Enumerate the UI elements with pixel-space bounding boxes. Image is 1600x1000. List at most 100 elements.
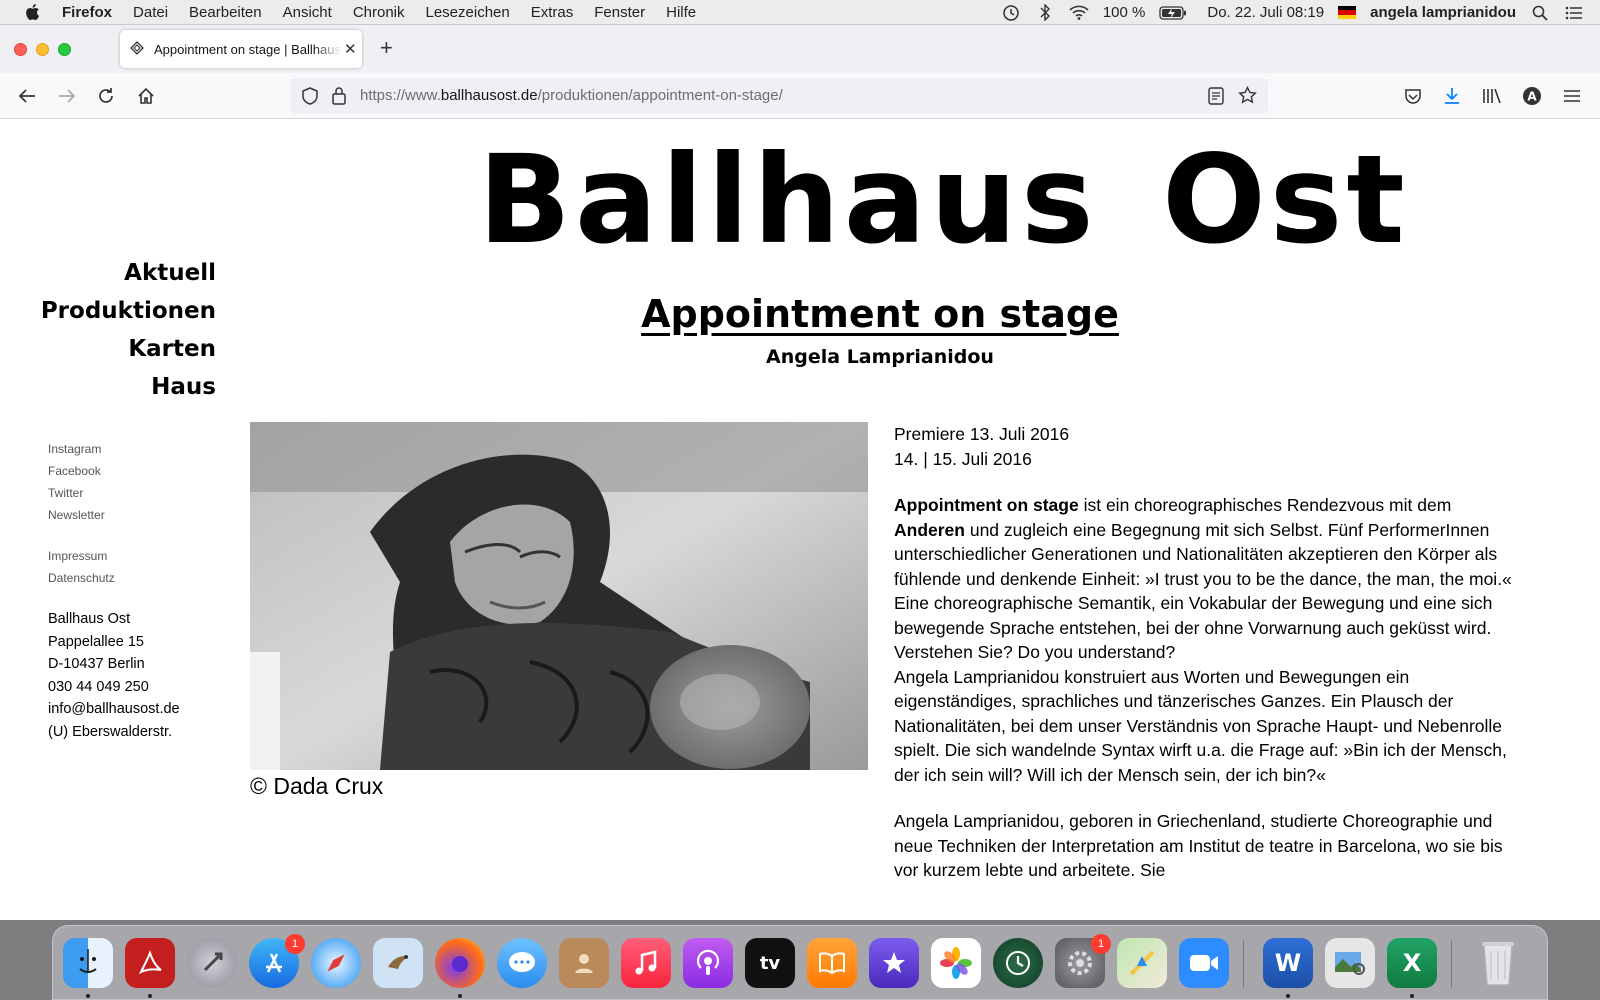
apple-logo-icon[interactable] — [22, 2, 42, 22]
system-preferences-icon[interactable]: 1 — [1055, 934, 1111, 988]
address-transit: (U) Eberswalderstr. — [48, 723, 173, 740]
impressum-link[interactable]: Impressum — [48, 545, 115, 567]
battery-percentage: 100 % — [1102, 4, 1146, 21]
lock-icon[interactable] — [331, 86, 347, 109]
zoom-icon[interactable] — [1179, 938, 1229, 988]
address-email-link[interactable]: info@ballhausost.de — [48, 698, 180, 721]
battery-charging-icon[interactable] — [1159, 5, 1187, 21]
facebook-link[interactable]: Facebook — [48, 460, 105, 482]
production-description: Premiere 13. Juli 2016 14. | 15. Juli 20… — [894, 422, 1514, 883]
macos-menu-bar: Firefox Datei Bearbeiten Ansicht Chronik… — [0, 0, 1600, 25]
pocket-icon[interactable] — [1402, 85, 1424, 107]
german-flag-input-icon[interactable] — [1338, 6, 1357, 19]
mail-icon[interactable] — [373, 938, 423, 988]
menu-chronik[interactable]: Chronik — [353, 4, 405, 21]
reader-view-icon[interactable] — [1208, 87, 1224, 109]
production-artist: Angela Lamprianidou — [766, 346, 994, 368]
nav-link-aktuell[interactable]: Aktuell — [20, 254, 216, 292]
venue-address: Ballhaus Ost Pappelallee 15 D-10437 Berl… — [48, 608, 180, 743]
messages-icon[interactable] — [497, 938, 547, 988]
contacts-icon[interactable] — [559, 938, 609, 988]
menu-datei[interactable]: Datei — [133, 4, 168, 21]
app-store-icon[interactable]: 1 — [249, 934, 305, 988]
launchpad-icon[interactable] — [187, 938, 237, 988]
time-machine-status-icon[interactable] — [1001, 4, 1021, 21]
active-tab[interactable]: Appointment on stage | Ballhaus Ost ✕ — [120, 30, 362, 68]
firefox-icon[interactable] — [435, 938, 485, 988]
back-arrow-icon[interactable] — [16, 85, 38, 107]
word-icon[interactable]: W — [1263, 938, 1313, 988]
web-page-content: Ballhaus Ost Aktuell Produktionen Karten… — [0, 120, 1600, 920]
tab-title: Appointment on stage | Ballhaus Ost — [154, 41, 342, 57]
url-bar[interactable]: https://www.ballhausost.de/produktionen/… — [290, 78, 1268, 114]
instagram-link[interactable]: Instagram — [48, 438, 105, 460]
description-text-1: ist ein choreographisches Rendezvous mit… — [1078, 495, 1452, 515]
system-preferences-badge: 1 — [1091, 934, 1111, 954]
menu-hilfe[interactable]: Hilfe — [666, 4, 696, 21]
maps-icon[interactable] — [1117, 938, 1167, 988]
nav-link-haus[interactable]: Haus — [20, 368, 216, 406]
books-icon[interactable] — [807, 938, 857, 988]
apple-tv-icon[interactable]: tv — [745, 938, 795, 988]
window-zoom-button[interactable] — [58, 43, 71, 56]
reload-icon[interactable] — [95, 85, 117, 107]
firefox-running-indicator — [458, 994, 462, 998]
menu-extras[interactable]: Extras — [531, 4, 574, 21]
acrobat-icon[interactable] — [125, 938, 175, 988]
macos-dock: 1 tv 1 W X — [52, 925, 1548, 1000]
menu-ansicht[interactable]: Ansicht — [283, 4, 332, 21]
clock-datetime[interactable]: Do. 22. Juli 08:19 — [1207, 4, 1324, 21]
social-links: Instagram Facebook Twitter Newsletter — [48, 438, 105, 526]
imovie-icon[interactable] — [869, 938, 919, 988]
time-machine-icon[interactable] — [993, 938, 1043, 988]
excel-label: X — [1402, 949, 1422, 977]
site-logo-title[interactable]: Ballhaus Ost — [478, 130, 1409, 270]
music-icon[interactable] — [621, 938, 671, 988]
tracking-protection-shield-icon[interactable] — [301, 87, 319, 109]
description-bold-title: Appointment on stage — [894, 495, 1079, 515]
wifi-icon[interactable] — [1069, 5, 1089, 21]
dock-separator — [1451, 940, 1452, 988]
window-close-button[interactable] — [14, 43, 27, 56]
preview-icon[interactable] — [1325, 938, 1375, 988]
bookmark-star-icon[interactable] — [1238, 85, 1257, 109]
user-name-menu[interactable]: angela lamprianidou — [1370, 4, 1516, 21]
description-paragraph-1: Appointment on stage ist ein choreograph… — [894, 493, 1514, 591]
library-icon[interactable] — [1481, 85, 1503, 107]
downloads-icon[interactable] — [1441, 85, 1463, 107]
legal-links: Impressum Datenschutz — [48, 545, 115, 589]
twitter-link[interactable]: Twitter — [48, 482, 105, 504]
excel-running-indicator — [1410, 994, 1414, 998]
main-navigation: Aktuell Produktionen Karten Haus — [20, 254, 216, 406]
account-avatar-icon[interactable]: A — [1521, 85, 1543, 107]
bluetooth-icon[interactable] — [1035, 4, 1055, 21]
nav-link-produktionen[interactable]: Produktionen — [20, 292, 216, 330]
tab-close-icon[interactable]: ✕ — [344, 40, 357, 58]
menu-fenster[interactable]: Fenster — [594, 4, 645, 21]
menu-bearbeiten[interactable]: Bearbeiten — [189, 4, 262, 21]
datenschutz-link[interactable]: Datenschutz — [48, 567, 115, 589]
app-store-badge: 1 — [285, 934, 305, 954]
menu-app-name[interactable]: Firefox — [62, 4, 112, 21]
newsletter-link[interactable]: Newsletter — [48, 504, 105, 526]
photo-credit: © Dada Crux — [250, 773, 384, 799]
safari-icon[interactable] — [311, 938, 361, 988]
forward-arrow-icon[interactable] — [56, 85, 78, 107]
browser-navigation-bar: https://www.ballhausost.de/produktionen/… — [0, 73, 1600, 119]
home-icon[interactable] — [135, 85, 157, 107]
spotlight-search-icon[interactable] — [1530, 5, 1550, 21]
notification-center-icon[interactable] — [1564, 5, 1584, 21]
menu-lesezeichen[interactable]: Lesezeichen — [426, 4, 510, 21]
excel-icon[interactable]: X — [1387, 938, 1437, 988]
nav-link-karten[interactable]: Karten — [20, 330, 216, 368]
trash-icon[interactable] — [1473, 938, 1523, 988]
hamburger-menu-icon[interactable] — [1561, 85, 1583, 107]
window-minimize-button[interactable] — [36, 43, 49, 56]
photos-icon[interactable] — [931, 938, 981, 988]
new-tab-plus-icon[interactable]: + — [380, 37, 393, 59]
url-text[interactable]: https://www.ballhausost.de/produktionen/… — [360, 87, 783, 104]
podcasts-icon[interactable] — [683, 938, 733, 988]
finder-icon[interactable] — [63, 938, 113, 988]
